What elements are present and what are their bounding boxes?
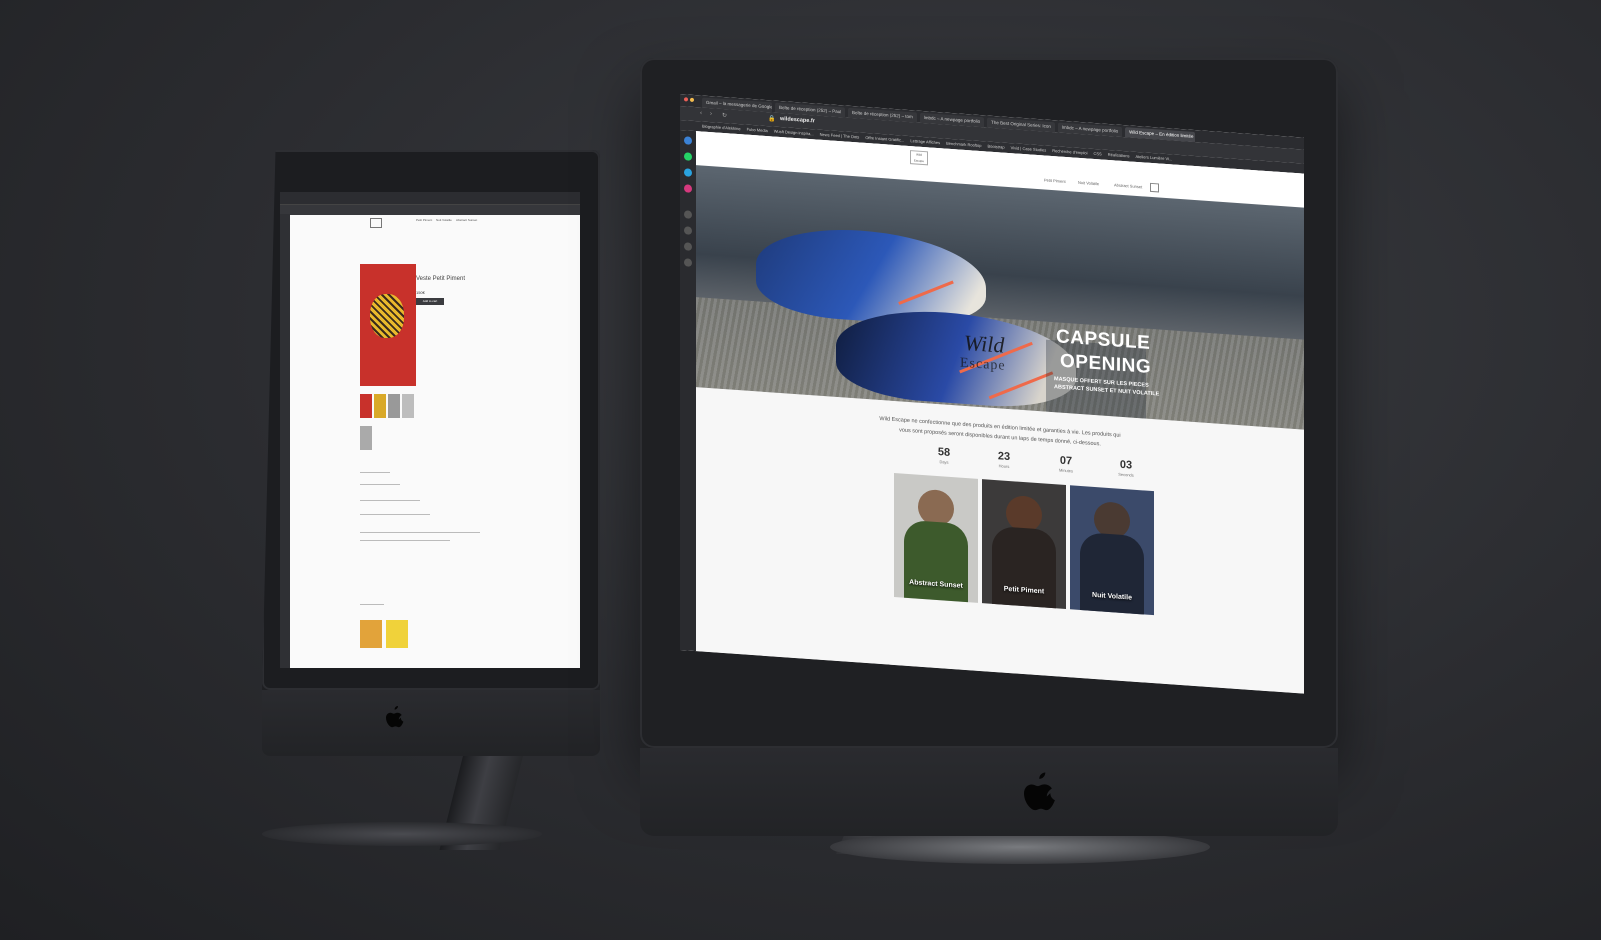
product-thumb[interactable] [360,394,372,418]
telegram-icon[interactable] [684,168,692,177]
whatsapp-icon[interactable] [684,152,692,161]
apple-logo-icon [386,706,404,733]
right-screen: Gmail – la messagerie de Google Boîte de… [680,94,1304,694]
add-to-cart-button[interactable]: Add to cart [416,298,444,305]
nav-link-nuit-volatile[interactable]: Nuit Volatile [1078,180,1099,186]
description-line [360,484,400,485]
web-page: Wild Escape Petit Piment Nuit Volatile A… [696,131,1304,694]
left-browser-sidebar [280,214,290,668]
model-body [1080,531,1144,616]
product-thumb[interactable] [402,394,414,418]
back-arrow-icon[interactable]: ‹ [700,110,702,116]
globe-icon[interactable] [684,242,692,251]
product-thumb[interactable] [388,394,400,418]
right-monitor: Gmail – la messagerie de Google Boîte de… [640,58,1340,870]
lock-icon: 🔒 [768,116,776,123]
countdown-days: 58 Days [924,445,964,466]
window-close-icon[interactable] [684,97,688,102]
address-bar[interactable]: wildescape.fr [780,116,815,124]
product-card-petit-piment[interactable]: Petit Piment [982,479,1066,609]
browser-sidebar [680,130,696,652]
product-page-logo[interactable] [370,218,382,228]
messenger-icon[interactable] [684,136,692,145]
product-page-nav-1[interactable]: Petit Piment [416,218,432,222]
nav-link-petit-piment[interactable]: Petit Piment [1044,177,1066,184]
hero-logo-escape: Escape [960,355,1006,374]
cart-icon[interactable] [1150,182,1159,193]
product-thumb[interactable] [374,394,386,418]
site-logo[interactable]: Wild Escape [910,150,928,166]
left-monitor: Petit Piment Nuit Volatile Abstract Suns… [262,150,602,850]
product-main-image[interactable] [360,264,416,386]
left-chin [262,690,600,756]
hero-banner: Wild Escape CAPSULE OPENING MASQUE OFFER… [696,165,1304,430]
product-title: Veste Petit Piment [416,276,466,282]
lightbulb-icon[interactable] [684,258,692,267]
model-body [992,525,1056,609]
product-card-nuit-volatile[interactable]: Nuit Volatile [1070,485,1154,616]
window-minimize-icon[interactable] [690,97,694,102]
product-thumb[interactable] [360,426,372,450]
bookmark[interactable]: CSS [1093,149,1101,160]
history-icon[interactable] [684,210,692,219]
forward-arrow-icon[interactable]: › [710,111,712,117]
description-line [360,604,384,605]
right-chin [640,748,1338,836]
left-stand-base [262,822,542,846]
apple-logo-icon [1024,772,1056,817]
product-page: Petit Piment Nuit Volatile Abstract Suns… [290,214,580,668]
related-product[interactable] [386,620,408,648]
description-line [360,514,430,515]
left-screen: Petit Piment Nuit Volatile Abstract Suns… [280,192,580,668]
product-page-nav-3[interactable]: Abstract Sunset [456,218,477,222]
description-line [360,540,450,541]
reload-icon[interactable]: ↻ [722,112,727,119]
countdown-minutes: 07 Minutes [1046,454,1086,475]
left-tab-bar [280,192,580,205]
countdown-hours: 23 Hours [984,449,1024,470]
instagram-icon[interactable] [684,184,692,193]
related-product[interactable] [360,620,382,648]
nav-link-abstract-sunset[interactable]: Abstract Sunset [1114,182,1142,189]
description-line [360,500,420,501]
description-line [360,532,480,533]
cube-icon[interactable] [684,226,692,235]
hero-logo-wild: Wild [964,329,1005,358]
product-card-abstract-sunset[interactable]: Abstract Sunset [894,472,978,603]
countdown-seconds: 03 Seconds [1106,458,1146,479]
model-body [904,519,968,603]
product-price: 150€ [416,290,425,295]
description-line [360,472,390,473]
product-page-nav-2[interactable]: Nuit Volatile [436,218,452,222]
